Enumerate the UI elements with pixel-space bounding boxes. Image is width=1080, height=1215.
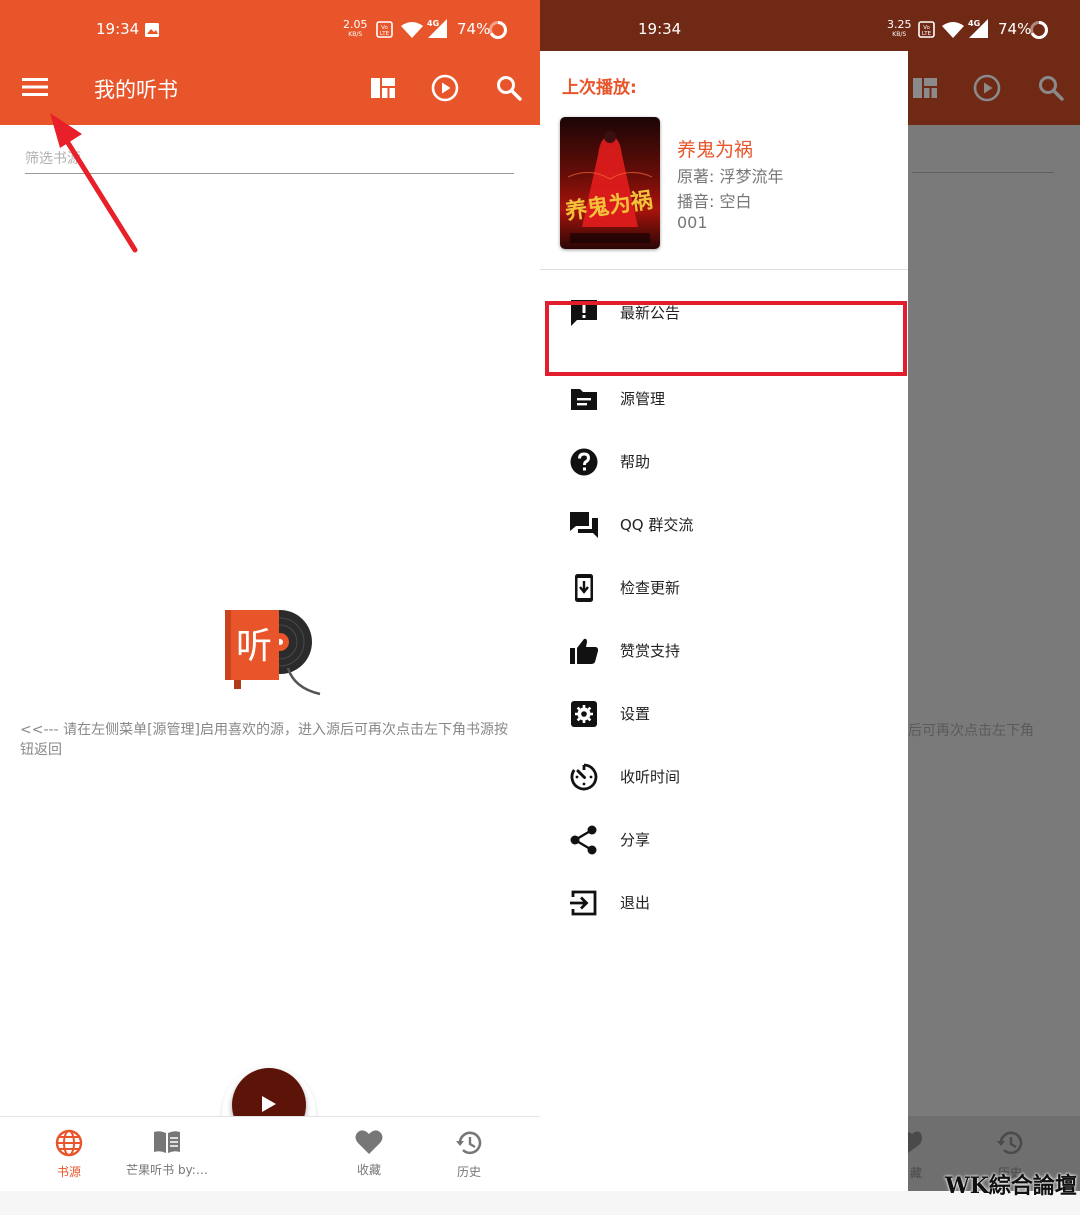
svg-text:4G: 4G <box>968 19 980 28</box>
annotation-highlight-box <box>545 301 907 376</box>
history-icon <box>997 1131 1023 1155</box>
drawer-screen: 19:34 3.25 KB/S Vo LTE 4G 74% 后可再次点击左下角 … <box>540 0 1080 1191</box>
volte-icon: Vo LTE <box>376 21 393 38</box>
last-played-label: 上次播放: <box>562 78 637 98</box>
search-icon[interactable] <box>496 75 522 101</box>
nav-tab-favorites[interactable]: 收藏 <box>314 1117 424 1178</box>
menu-item-qq-group[interactable]: QQ 群交流 <box>540 495 908 555</box>
navigation-drawer: 上次播放: 养鬼为祸 养鬼为祸 原著: 浮梦流年 播音: 空白 001 最新公告 <box>540 51 908 1191</box>
folder-icon <box>571 389 597 410</box>
book-cover-art: 养鬼为祸 <box>563 131 654 243</box>
wifi-icon <box>401 22 423 38</box>
exit-icon <box>570 890 597 916</box>
book-episode: 001 <box>677 213 708 232</box>
nav-tab-sources[interactable]: 书源 <box>14 1117 124 1180</box>
status-bar-right: 19:34 3.25 KB/S Vo LTE 4G 74% <box>540 0 1080 58</box>
play-circle-icon[interactable] <box>431 74 459 102</box>
book-narrator: 播音: 空白 <box>677 192 752 211</box>
gallery-icon <box>145 23 159 37</box>
book-icon <box>154 1131 180 1153</box>
menu-item-listening-time[interactable]: 收听时间 <box>540 747 908 807</box>
bottom-strip <box>0 1191 1080 1215</box>
layout-icon <box>913 78 937 98</box>
forum-icon <box>570 512 598 538</box>
timer-icon <box>570 763 598 791</box>
drawer-divider <box>540 269 908 270</box>
menu-item-exit[interactable]: 退出 <box>540 873 908 933</box>
search-icon <box>1039 76 1064 101</box>
menu-item-check-update[interactable]: 检查更新 <box>540 558 908 618</box>
heart-icon <box>355 1130 383 1154</box>
watermark: WK綜合論壇 <box>945 1173 1077 1199</box>
status-time: 19:34 <box>96 20 140 38</box>
menu-item-donate[interactable]: 赞赏支持 <box>540 621 908 681</box>
app-logo-icon: 听 <box>225 610 321 696</box>
status-bar: 19:34 2.05 KB/S Vo LTE 4G 74% <box>0 0 540 58</box>
layout-icon[interactable] <box>371 78 395 98</box>
menu-item-settings[interactable]: 设置 <box>540 684 908 744</box>
page-title: 我的听书 <box>94 78 178 102</box>
network-speed: 2.05 KB/S <box>343 18 368 38</box>
dimmed-hint-fragment: 后可再次点击左下角 <box>908 723 1034 739</box>
play-circle-icon <box>973 74 1001 102</box>
menu-icon[interactable] <box>22 76 48 98</box>
menu-item-share[interactable]: 分享 <box>540 810 908 870</box>
app-bar: 19:34 2.05 KB/S Vo LTE 4G 74% 我的听书 <box>0 0 540 125</box>
svg-text:LTE: LTE <box>380 31 390 37</box>
help-icon <box>570 448 598 476</box>
battery-ring-icon <box>1030 21 1048 39</box>
svg-text:听: 听 <box>236 626 272 667</box>
battery-percent: 74% <box>457 20 491 38</box>
main-screen: 19:34 2.05 KB/S Vo LTE 4G 74% 我的听书 筛选书源 … <box>0 0 540 1215</box>
menu-item-help[interactable]: 帮助 <box>540 432 908 492</box>
svg-text:LTE: LTE <box>922 31 932 37</box>
annotation-arrow-icon <box>50 113 138 253</box>
book-author: 原著: 浮梦流年 <box>677 167 784 186</box>
globe-icon <box>55 1129 83 1157</box>
empty-state-hint: <<--- 请在左侧菜单[源管理]启用喜欢的源，进入源后可再次点击左下角书源按钮… <box>20 722 508 758</box>
settings-icon <box>571 701 597 727</box>
system-update-icon <box>575 574 593 602</box>
book-title[interactable]: 养鬼为祸 <box>677 135 753 162</box>
wifi-icon <box>942 22 964 38</box>
share-icon <box>570 825 597 855</box>
battery-ring-icon <box>489 21 507 39</box>
nav-tab-mango-books[interactable]: 芒果听书 by:… <box>112 1117 222 1178</box>
bottom-navigation: 书源 芒果听书 by:… 收藏 历史 <box>0 1116 540 1191</box>
svg-text:4G: 4G <box>427 19 439 28</box>
nav-tab-history[interactable]: 历史 <box>414 1117 524 1180</box>
dimmed-filter-line <box>912 172 1054 173</box>
play-icon <box>262 1096 276 1112</box>
menu-item-source-management[interactable]: 源管理 <box>540 369 908 429</box>
volte-icon: Vo LTE <box>918 21 935 38</box>
book-cover[interactable]: 养鬼为祸 <box>560 117 660 249</box>
signal-4g-icon: 4G <box>427 19 447 38</box>
signal-4g-icon: 4G <box>968 19 988 38</box>
thumb-up-icon <box>570 638 599 664</box>
history-icon <box>456 1131 482 1155</box>
